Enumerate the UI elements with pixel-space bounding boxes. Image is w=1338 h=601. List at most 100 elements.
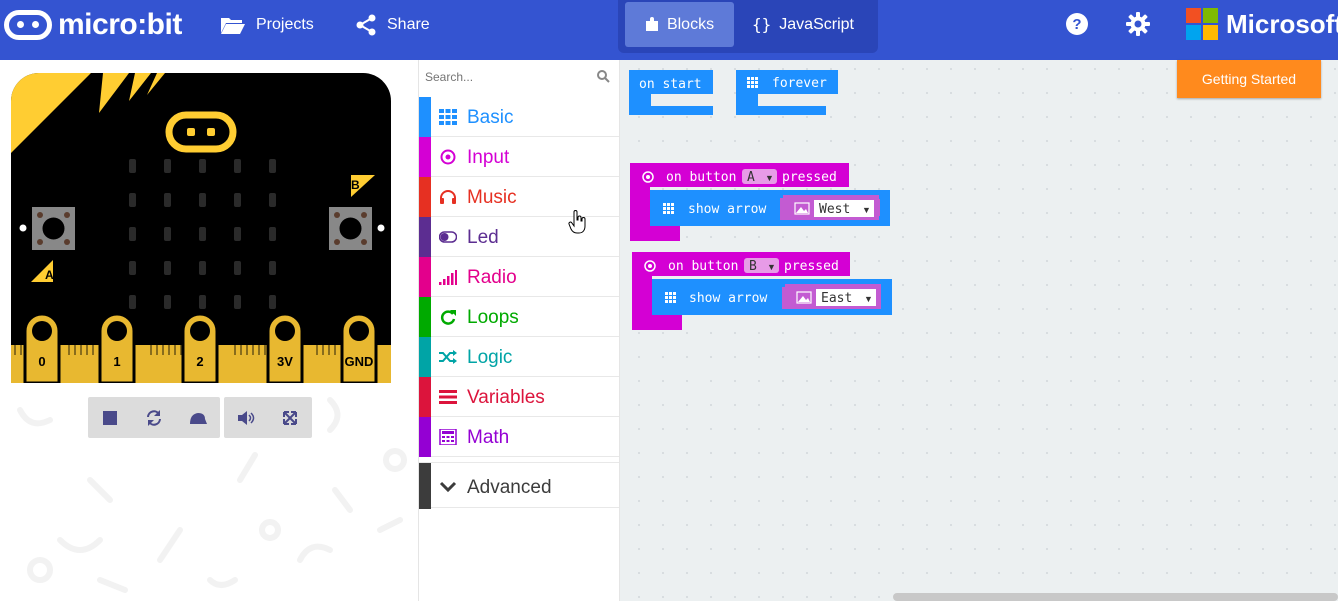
slow-mo-icon [190, 412, 207, 424]
category-basic[interactable]: Basic [419, 97, 619, 137]
refresh-icon [440, 310, 456, 325]
tab-javascript[interactable]: {} JavaScript [738, 2, 868, 47]
editor-mode-switch: Blocks {} JavaScript [618, 0, 878, 53]
block-label: on start [639, 77, 702, 92]
share-label: Share [387, 16, 430, 33]
category-loops[interactable]: Loops [419, 297, 619, 337]
puzzle-icon [645, 17, 658, 31]
grid-icon [665, 292, 676, 303]
category-label: Music [467, 187, 517, 208]
button-a-label: A [45, 268, 54, 282]
signal-bars-icon [439, 270, 457, 285]
target-icon [440, 149, 456, 165]
dropdown-arrow-icon: ▼ [862, 205, 871, 215]
projects-label: Projects [256, 16, 314, 33]
svg-text:?: ? [1072, 16, 1081, 33]
blocks-workspace[interactable]: Getting Started on start forever on butt… [620, 60, 1338, 601]
stop-button[interactable] [88, 397, 132, 438]
toolbox-search [419, 60, 619, 94]
pin-label: GND [345, 354, 374, 369]
tab-blocks-label: Blocks [666, 15, 715, 33]
category-input[interactable]: Input [419, 137, 619, 177]
microbit-logo[interactable]: micro:bit [4, 8, 182, 42]
category-radio[interactable]: Radio [419, 257, 619, 297]
button-a-dropdown[interactable]: A ▼ [742, 169, 777, 185]
microbit-face-icon [4, 10, 52, 40]
dropdown-arrow-icon: ▼ [864, 294, 873, 304]
search-icon[interactable] [597, 70, 610, 83]
category-label: Logic [467, 347, 513, 368]
projects-button[interactable]: Projects [220, 0, 314, 50]
sim-view-group [224, 397, 312, 438]
pin-label: 2 [196, 354, 203, 369]
category-led[interactable]: Led [419, 217, 619, 257]
pin-label: 1 [113, 354, 120, 369]
share-button[interactable]: Share [355, 0, 430, 50]
microsoft-brand: Microsoft [1226, 9, 1338, 39]
pin-label: 3V [277, 354, 293, 369]
tab-blocks[interactable]: Blocks [625, 2, 734, 47]
toolbox: Basic Input Music Led Radio Loops Logic … [418, 60, 620, 601]
category-variables[interactable]: Variables [419, 377, 619, 417]
share-icon [356, 14, 376, 36]
mute-button[interactable] [224, 397, 268, 438]
fullscreen-button[interactable] [268, 397, 312, 438]
help-icon[interactable]: ? [1065, 12, 1089, 36]
block-label: show arrow [688, 202, 766, 217]
folder-open-icon [221, 18, 245, 34]
gear-icon[interactable] [1126, 12, 1150, 36]
arrow-east-dropdown[interactable]: East ▼ [782, 284, 881, 309]
shuffle-icon [439, 350, 457, 364]
show-arrow-west-block[interactable]: show arrow West ▼ [650, 190, 890, 226]
category-label: Radio [467, 267, 517, 288]
microbit-board[interactable]: A B 0 1 2 3V GND [11, 73, 391, 383]
category-advanced[interactable]: Advanced [419, 462, 619, 509]
slow-mo-button[interactable] [176, 397, 220, 438]
category-label: Led [467, 227, 499, 248]
category-math[interactable]: Math [419, 417, 619, 457]
tab-javascript-label: JavaScript [779, 15, 854, 33]
show-arrow-east-block[interactable]: show arrow East ▼ [652, 279, 892, 315]
hand-cursor-icon [568, 210, 586, 234]
board-button-b[interactable] [329, 207, 372, 250]
block-label: pressed [784, 259, 839, 274]
category-music[interactable]: Music [419, 177, 619, 217]
horizontal-scrollbar[interactable] [893, 593, 1338, 601]
braces-icon: {} [752, 15, 772, 34]
dropdown-value: B [749, 259, 757, 274]
toggle-icon [439, 231, 457, 243]
headphones-icon [440, 190, 456, 204]
search-input[interactable] [425, 66, 585, 88]
dropdown-value: West [819, 202, 850, 217]
category-label: Input [467, 147, 510, 168]
restart-button[interactable] [132, 397, 176, 438]
category-logic[interactable]: Logic [419, 337, 619, 377]
app-name: micro:bit [58, 8, 182, 41]
block-label: on button [668, 259, 738, 274]
list-icon [439, 390, 457, 404]
block-label: forever [772, 76, 827, 91]
arrow-west-dropdown[interactable]: West ▼ [780, 195, 880, 220]
pin-label: 0 [38, 354, 45, 369]
chevron-down-icon [439, 481, 457, 493]
category-label: Loops [467, 307, 519, 328]
stop-icon [103, 410, 117, 425]
dropdown-value: A [747, 170, 755, 185]
dropdown-arrow-icon: ▼ [767, 262, 776, 272]
forever-block[interactable]: forever [736, 70, 838, 115]
block-label: pressed [782, 170, 837, 185]
category-label: Basic [467, 107, 514, 128]
restart-icon [147, 409, 161, 426]
simulator-toolbar [88, 397, 316, 438]
board-button-a[interactable] [32, 207, 75, 250]
on-start-block[interactable]: on start [629, 70, 713, 115]
category-label: Variables [467, 387, 545, 408]
dropdown-value: East [821, 291, 852, 306]
simulator-panel: A B 0 1 2 3V GND [0, 60, 418, 601]
button-b-dropdown[interactable]: B ▼ [744, 258, 779, 274]
top-bar: micro:bit Projects Share Blocks {} JavaS… [0, 0, 1338, 60]
category-label: Math [467, 427, 510, 448]
grid-icon [663, 203, 674, 214]
block-canvas: on start forever on button A ▼ pressed s… [629, 70, 892, 330]
mute-icon [238, 410, 255, 425]
